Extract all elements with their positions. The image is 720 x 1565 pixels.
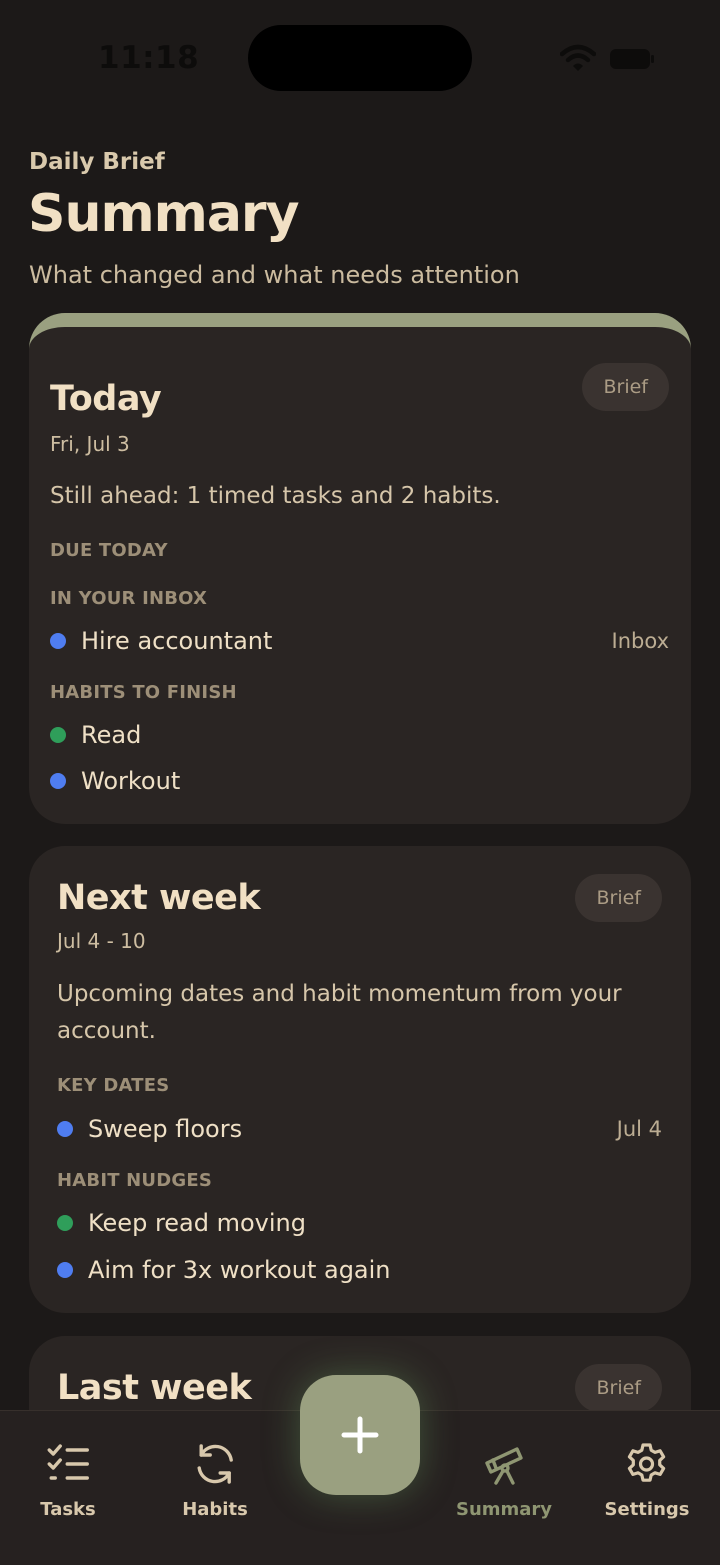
- item-label: Aim for 3x workout again: [88, 1256, 391, 1284]
- list-item-keep-read-moving[interactable]: Keep read moving: [57, 1206, 306, 1240]
- status-time: 11:18: [98, 40, 200, 76]
- next-week-card[interactable]: Next week Jul 4 - 10 Brief Upcoming date…: [29, 846, 691, 1313]
- brief-badge[interactable]: Brief: [582, 363, 669, 411]
- status-dot: [50, 727, 66, 743]
- item-label: Sweep floors: [88, 1115, 243, 1143]
- gear-icon: [628, 1443, 666, 1482]
- card-title: Today: [50, 379, 162, 419]
- item-label: Keep read moving: [88, 1209, 306, 1237]
- today-card[interactable]: Today Fri, Jul 3 Brief Still ahead: 1 ti…: [29, 313, 691, 824]
- status-dot: [57, 1262, 73, 1278]
- nav-label: Tasks: [40, 1499, 96, 1520]
- page-subtitle: What changed and what needs attention: [29, 261, 520, 289]
- card-summary-line: Upcoming dates and habit momentum from y…: [57, 981, 622, 1007]
- item-meta-inbox: Inbox: [611, 629, 669, 653]
- nav-tab-settings[interactable]: Settings: [604, 1441, 690, 1520]
- tasks-checklist-icon: [47, 1444, 89, 1480]
- item-label: Read: [81, 721, 142, 749]
- card-title: Last week: [57, 1368, 252, 1408]
- status-dot: [50, 773, 66, 789]
- section-label-habits: HABITS TO FINISH: [50, 682, 237, 703]
- dynamic-island: [248, 25, 472, 91]
- plus-icon: [341, 1416, 379, 1454]
- list-item-aim-workout[interactable]: Aim for 3x workout again: [57, 1253, 391, 1287]
- list-item-hire-accountant[interactable]: Hire accountant: [50, 624, 272, 658]
- item-meta-date: Jul 4: [616, 1117, 662, 1141]
- section-label-key-dates: KEY DATES: [57, 1075, 170, 1096]
- card-summary: Upcoming dates and habit momentum from y…: [57, 976, 622, 1050]
- nav-label: Summary: [455, 1499, 553, 1520]
- nav-tab-habits[interactable]: Habits: [182, 1441, 248, 1520]
- status-bar: 11:18: [0, 0, 720, 110]
- section-label-habit-nudges: HABIT NUDGES: [57, 1170, 213, 1191]
- status-dot: [50, 633, 66, 649]
- status-dot: [57, 1121, 73, 1137]
- item-label: Workout: [81, 767, 181, 795]
- refresh-icon: [197, 1444, 233, 1484]
- nav-tab-tasks[interactable]: Tasks: [40, 1441, 96, 1520]
- page-title: Summary: [28, 184, 299, 244]
- brief-badge[interactable]: Brief: [575, 874, 662, 922]
- section-label-due-today: DUE TODAY: [50, 540, 168, 561]
- telescope-icon: [485, 1447, 523, 1485]
- nav-tab-summary[interactable]: Summary: [456, 1441, 552, 1520]
- nav-label: Settings: [604, 1499, 690, 1520]
- add-button[interactable]: [300, 1375, 420, 1495]
- header-eyebrow: Daily Brief: [29, 149, 165, 175]
- item-label: Hire accountant: [81, 627, 273, 655]
- list-item-read[interactable]: Read: [50, 718, 141, 752]
- list-item-workout[interactable]: Workout: [50, 764, 180, 798]
- wifi-icon: [560, 44, 596, 71]
- card-date: Jul 4 - 10: [57, 929, 146, 953]
- card-summary: Still ahead: 1 timed tasks and 2 habits.: [50, 483, 501, 509]
- list-item-sweep-floors[interactable]: Sweep floors: [57, 1112, 242, 1146]
- card-date: Fri, Jul 3: [50, 432, 130, 456]
- section-label-inbox: IN YOUR INBOX: [50, 588, 208, 609]
- battery-icon: [610, 49, 654, 69]
- card-summary-line: account.: [57, 1018, 156, 1044]
- brief-badge[interactable]: Brief: [575, 1364, 662, 1412]
- card-title: Next week: [57, 878, 261, 918]
- nav-label: Habits: [182, 1499, 248, 1520]
- status-dot: [57, 1215, 73, 1231]
